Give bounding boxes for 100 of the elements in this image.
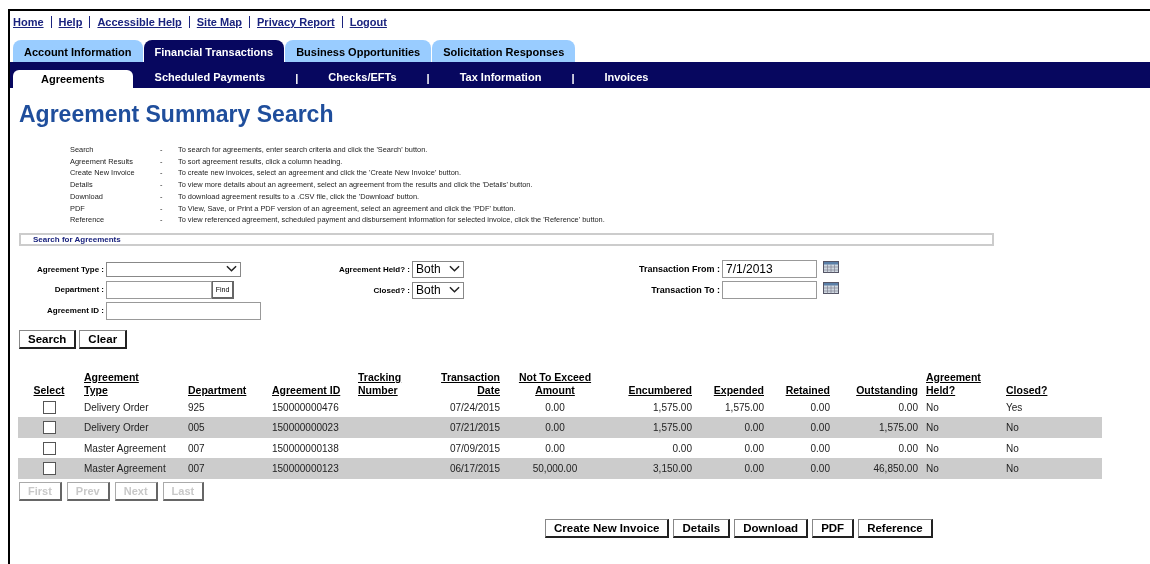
tab[interactable]: Financial Transactions [143, 40, 285, 62]
table-cell: Master Agreement [84, 442, 166, 454]
subnav-tab[interactable]: Tax Information [437, 68, 564, 86]
table-cell: 07/24/2015 [449, 401, 500, 413]
column-heading[interactable]: Closed? [1006, 383, 1048, 397]
dropdown[interactable]: Both [412, 281, 464, 299]
input-field[interactable] [106, 280, 212, 299]
subnav-tab[interactable]: Invoices [582, 68, 671, 86]
column-heading[interactable]: Tracking Number [358, 370, 416, 397]
checkbox[interactable] [42, 400, 56, 414]
table-cell: 007 [188, 442, 205, 454]
table-cell: 0.00 [810, 442, 830, 454]
table-cell: No [926, 463, 939, 475]
column-heading[interactable]: Department [188, 383, 247, 397]
table-cell: 0.00 [672, 442, 692, 454]
table-cell: No [926, 401, 939, 413]
nav-link[interactable]: Privacy Report [257, 16, 335, 28]
table-cell: 0.00 [898, 442, 918, 454]
column-heading[interactable]: Agreement Held? [926, 370, 998, 397]
tab[interactable]: Account Information [13, 40, 143, 62]
tab[interactable]: Solicitation Responses [432, 40, 576, 62]
subnav-tab[interactable]: Scheduled Payments [132, 68, 288, 86]
table-cell: 0.00 [744, 422, 764, 434]
column-heading[interactable]: Not To Exceed Amount [515, 370, 595, 397]
table-cell: 007 [188, 463, 205, 475]
chevron-down-icon [449, 286, 460, 295]
nav-link[interactable]: Home [13, 16, 44, 28]
field-label: Transaction To : [650, 285, 721, 296]
field-label: Agreement ID : [46, 306, 105, 316]
table-cell: No [1006, 422, 1019, 434]
separator: | [426, 72, 430, 84]
column-heading[interactable]: Agreement ID [272, 383, 341, 397]
subnav-tab[interactable]: Agreements [13, 70, 133, 88]
table-cell: 50,000.00 [532, 463, 578, 475]
subnav-tab[interactable]: Checks/EFTs [306, 68, 419, 86]
column-heading[interactable]: Agreement Type [84, 370, 164, 397]
table-cell: 1,575.00 [725, 401, 764, 413]
table-cell: 0.00 [545, 401, 565, 413]
table-cell: 925 [188, 401, 205, 413]
table-cell: 005 [188, 422, 205, 434]
chevron-down-icon [449, 265, 460, 274]
checkbox[interactable] [42, 441, 56, 455]
table-cell: 3,150.00 [653, 463, 692, 475]
table-cell: 0.00 [810, 463, 830, 475]
table-cell: 46,850.00 [873, 463, 918, 475]
table-cell: 150000000138 [272, 442, 339, 454]
tab[interactable]: Business Opportunities [285, 40, 432, 62]
chevron-down-icon [226, 265, 237, 274]
column-heading[interactable]: Retained [785, 383, 830, 397]
table-cell: 0.00 [744, 463, 764, 475]
table-cell: 1,575.00 [653, 401, 692, 413]
table-cell: 07/21/2015 [449, 422, 500, 434]
calendar-icon[interactable] [823, 281, 839, 294]
column-heading[interactable]: Transaction Date [424, 370, 500, 397]
table-cell: 06/17/2015 [449, 463, 500, 475]
dropdown[interactable] [106, 261, 241, 277]
table-cell: Yes [1006, 401, 1023, 413]
action-button[interactable]: Reference [858, 518, 933, 538]
column-heading[interactable]: Outstanding [856, 383, 918, 397]
action-button[interactable]: Create New Invoice [545, 518, 670, 538]
nav-link[interactable]: Site Map [196, 16, 242, 28]
table-cell: No [1006, 463, 1019, 475]
date-field[interactable] [722, 281, 817, 300]
column-heading[interactable]: Select [33, 383, 65, 397]
table-cell: 0.00 [810, 401, 830, 413]
checkbox[interactable] [42, 462, 56, 476]
table-cell: 150000000023 [272, 422, 339, 434]
table-cell: 1,575.00 [879, 422, 918, 434]
separator: | [571, 72, 575, 84]
dropdown[interactable]: Both [412, 260, 464, 278]
table-cell: 0.00 [744, 442, 764, 454]
field-label: Agreement Type : [36, 264, 105, 274]
table-cell: 0.00 [545, 422, 565, 434]
action-button[interactable]: Download [734, 518, 809, 538]
page-title: Agreement Summary Search [19, 101, 335, 129]
form-button[interactable]: Clear [79, 329, 128, 349]
input-field[interactable] [106, 301, 261, 320]
action-button[interactable]: Details [673, 518, 731, 538]
field-label: Department : [53, 285, 105, 295]
nav-link[interactable]: Accessible Help [97, 16, 182, 28]
nav-link[interactable]: Logout [349, 16, 387, 28]
table-cell: No [1006, 442, 1019, 454]
table-cell: 0.00 [810, 422, 830, 434]
field-label: Closed? : [372, 285, 411, 295]
column-heading[interactable]: Encumbered [628, 383, 692, 397]
table-cell: 150000000476 [272, 401, 339, 413]
field-label: Agreement Held? : [337, 264, 411, 274]
table-cell: No [926, 422, 939, 434]
field-label: Transaction From : [638, 264, 721, 275]
column-heading[interactable]: Expended [713, 383, 764, 397]
table-cell: No [926, 442, 939, 454]
date-field[interactable]: 7/1/2013 [722, 260, 817, 279]
table-cell: Master Agreement [84, 463, 166, 475]
checkbox[interactable] [42, 421, 56, 435]
table-cell: 07/09/2015 [449, 442, 500, 454]
nav-link[interactable]: Help [58, 16, 83, 28]
calendar-icon[interactable] [823, 260, 839, 273]
form-button[interactable]: Search [19, 329, 77, 349]
separator: | [295, 72, 299, 84]
action-button[interactable]: PDF [812, 518, 855, 538]
